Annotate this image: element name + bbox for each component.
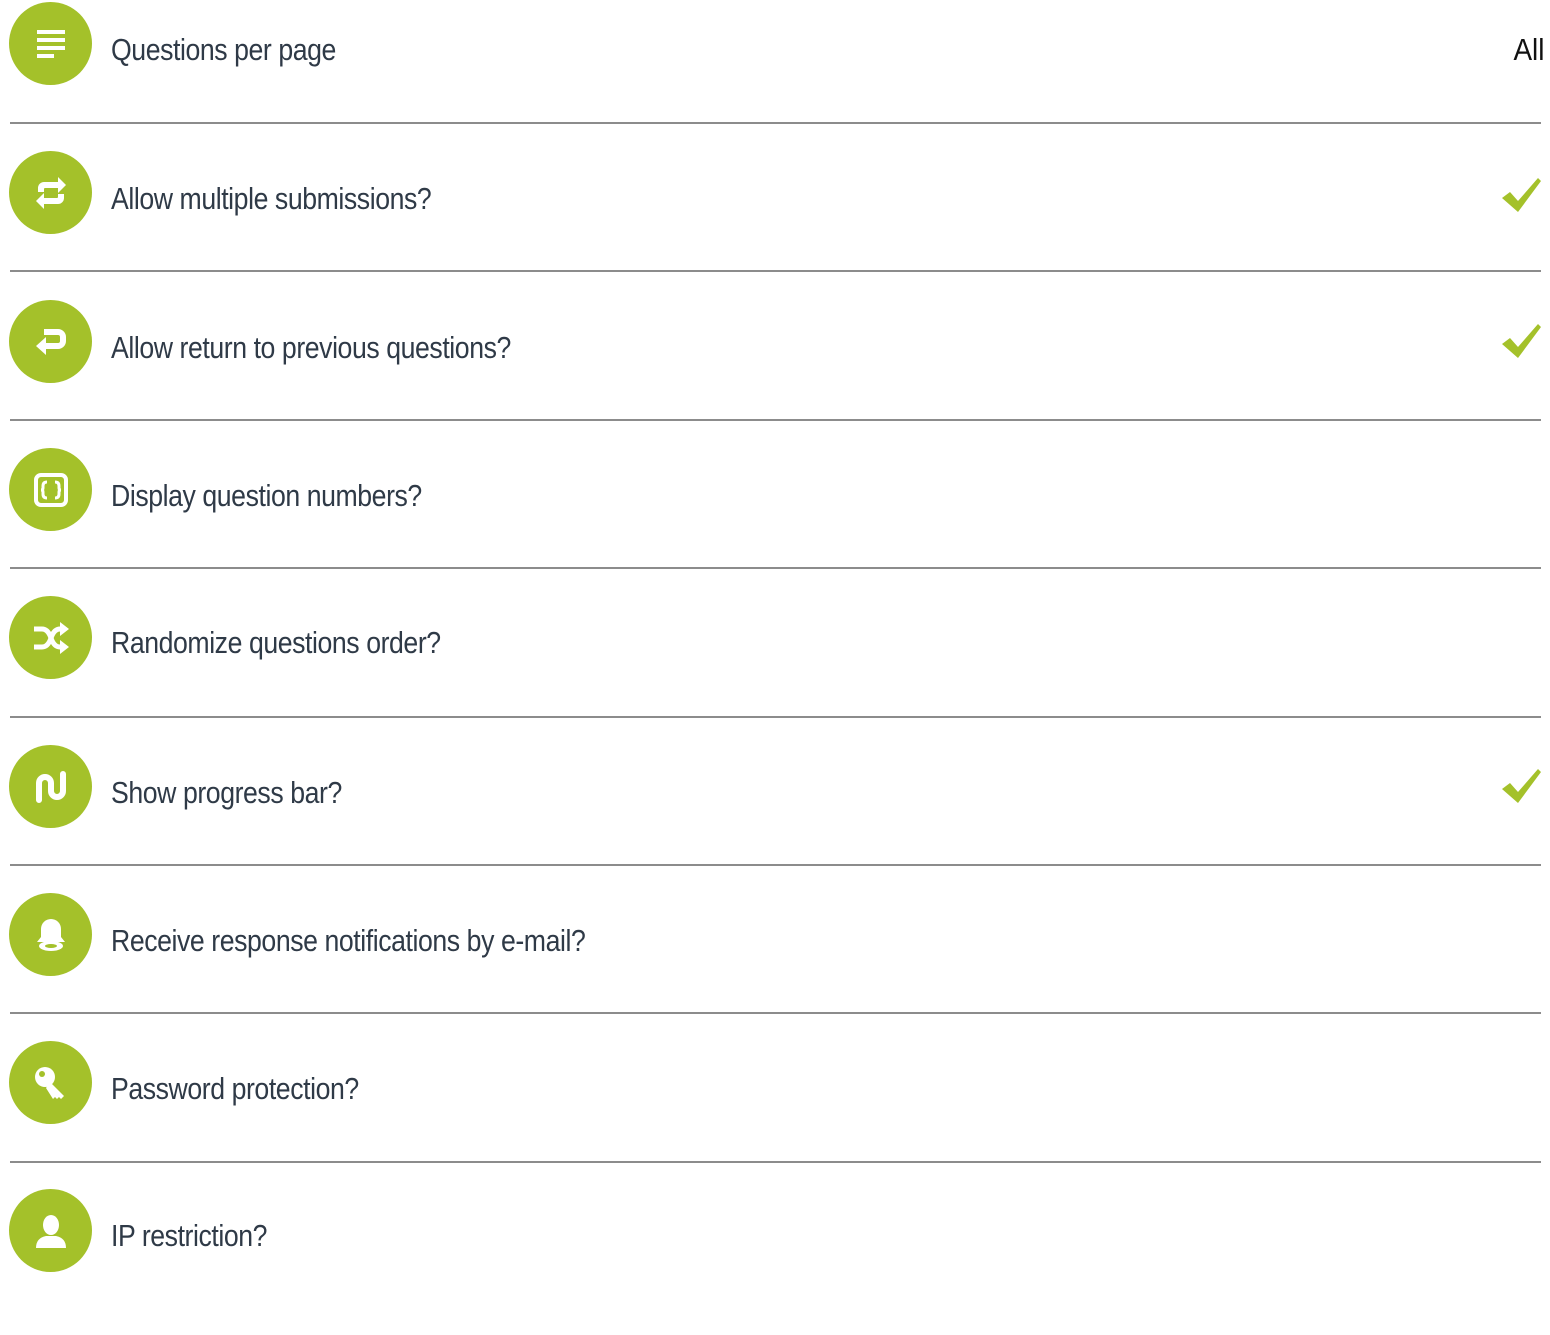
checkmark-icon[interactable] (1500, 767, 1542, 807)
setting-row-questions-per-page[interactable]: Questions per page All (0, 0, 1550, 148)
setting-label: Questions per page (111, 32, 336, 67)
setting-label: Show progress bar? (111, 775, 342, 810)
setting-label: IP restriction? (111, 1218, 268, 1253)
repeat-icon (9, 151, 92, 234)
divider (10, 122, 1541, 124)
setting-label: Receive response notifications by e-mail… (111, 923, 586, 958)
shuffle-icon (9, 596, 92, 679)
divider (10, 567, 1541, 569)
setting-row-progress-bar[interactable]: Show progress bar? (0, 743, 1550, 891)
divider (10, 716, 1541, 718)
setting-row-randomize[interactable]: Randomize questions order? (0, 594, 1550, 742)
divider (10, 270, 1541, 272)
setting-label: Allow return to previous questions? (111, 330, 511, 365)
return-arrow-icon (9, 300, 92, 383)
setting-row-return-previous[interactable]: Allow return to previous questions? (0, 297, 1550, 445)
setting-row-multiple-submissions[interactable]: Allow multiple submissions? (0, 148, 1550, 296)
key-icon (9, 1041, 92, 1124)
divider (10, 864, 1541, 866)
setting-label: Display question numbers? (111, 478, 422, 513)
setting-label: Randomize questions order? (111, 625, 441, 660)
divider (10, 1012, 1541, 1014)
setting-row-ip-restriction[interactable]: IP restriction? (0, 1187, 1550, 1335)
divider (10, 1161, 1541, 1163)
user-icon (9, 1189, 92, 1272)
setting-label: Allow multiple submissions? (111, 181, 432, 216)
numbering-icon (9, 448, 92, 531)
checkmark-icon[interactable] (1500, 322, 1542, 362)
setting-label: Password protection? (111, 1071, 359, 1106)
progress-path-icon (9, 745, 92, 828)
setting-row-password[interactable]: Password protection? (0, 1039, 1550, 1187)
lines-icon (9, 2, 92, 85)
bell-icon (9, 893, 92, 976)
setting-row-email-notifications[interactable]: Receive response notifications by e-mail… (0, 891, 1550, 1039)
questions-per-page-value[interactable]: All (1513, 30, 1544, 70)
divider (10, 419, 1541, 421)
checkmark-icon[interactable] (1500, 176, 1542, 216)
setting-row-question-numbers[interactable]: Display question numbers? (0, 445, 1550, 593)
